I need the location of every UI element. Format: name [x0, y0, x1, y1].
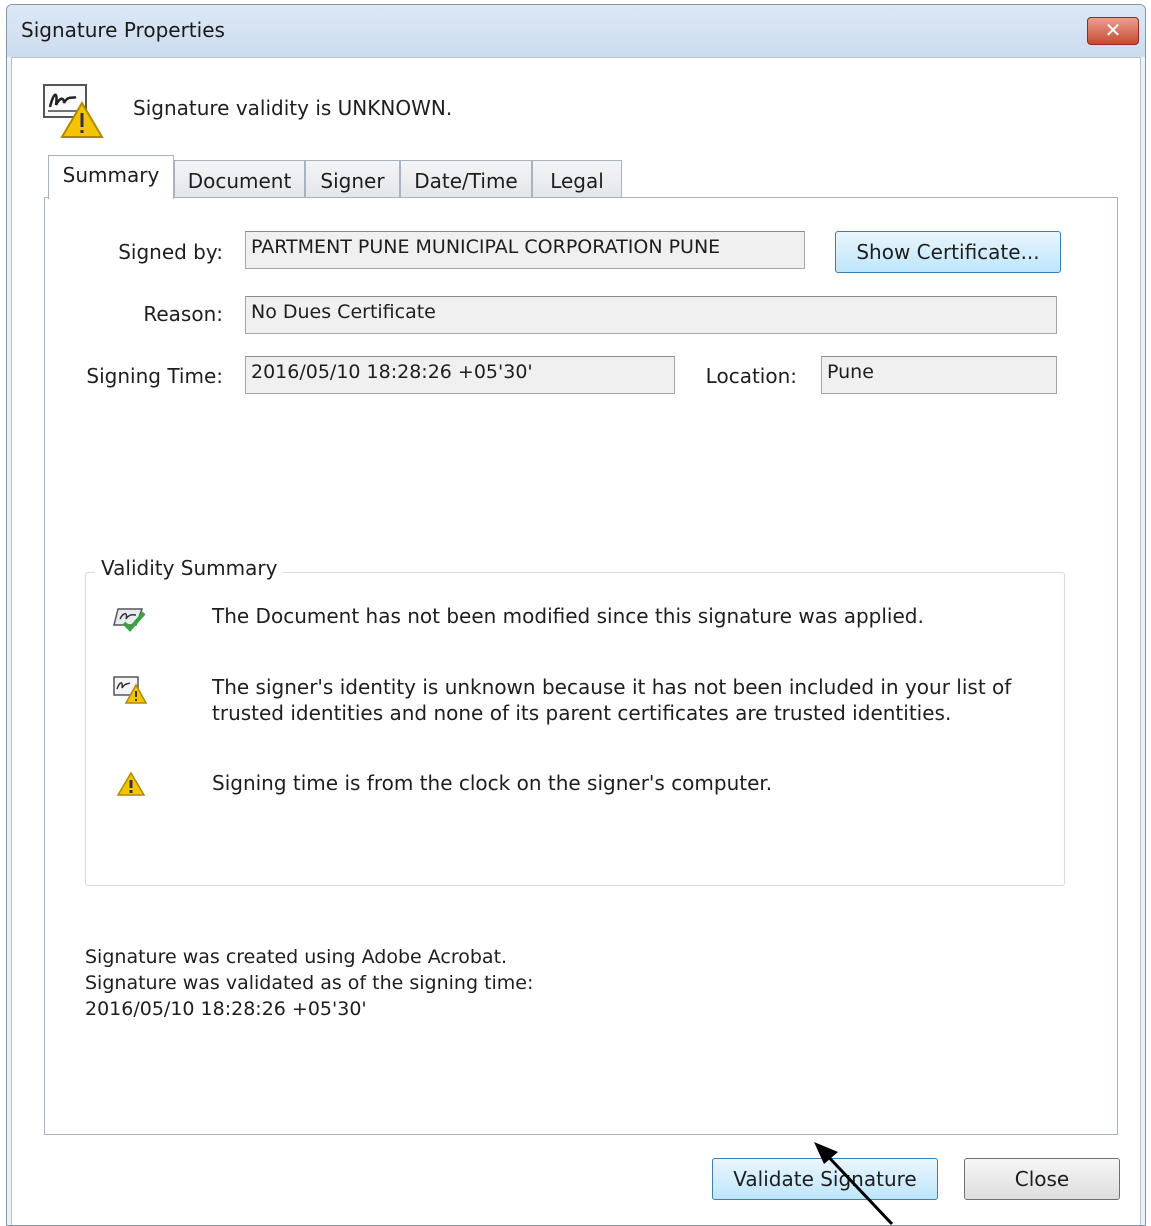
footer-validated-as-of: Signature was validated as of the signin… [85, 972, 534, 994]
signature-unknown-icon [43, 84, 104, 138]
signature-properties-dialog: Signature Properties ✕ Signature validit… [6, 4, 1146, 1226]
summary-panel: Signed by: PARTMENT PUNE MUNICIPAL CORPO… [44, 197, 1118, 1135]
signing-time-label: Signing Time: [86, 364, 223, 388]
reason-label: Reason: [143, 302, 223, 326]
validity-item-unmodified: The Document has not been modified since… [212, 604, 924, 628]
tab-legal[interactable]: Legal [532, 160, 622, 198]
reason-field[interactable]: No Dues Certificate [245, 296, 1057, 334]
close-button[interactable]: Close [964, 1158, 1120, 1200]
location-label: Location: [705, 364, 797, 388]
show-certificate-button[interactable]: Show Certificate... [835, 231, 1061, 273]
location-field[interactable]: Pune [821, 356, 1057, 394]
validity-item-identity: The signer's identity is unknown because… [212, 675, 1012, 725]
validity-item-signing-time: Signing time is from the clock on the si… [212, 771, 773, 795]
unknown-identity-icon [113, 676, 148, 704]
warning-icon [116, 771, 146, 796]
title-close-button[interactable]: ✕ [1087, 17, 1139, 45]
pointer-arrow-annotation [814, 1142, 894, 1226]
signature-status-text: Signature validity is UNKNOWN. [133, 96, 453, 120]
tab-signer[interactable]: Signer [305, 160, 400, 198]
document-unmodified-icon [113, 608, 146, 632]
signature-info-footer: Signature was created using Adobe Acroba… [85, 944, 533, 1022]
tab-date-time[interactable]: Date/Time [400, 160, 532, 198]
tab-document[interactable]: Document [174, 160, 305, 198]
tab-summary[interactable]: Summary [48, 155, 174, 199]
validity-summary-group: The Document has not been modified since… [85, 572, 1065, 886]
signed-by-label: Signed by: [118, 240, 223, 264]
footer-created-with: Signature was created using Adobe Acroba… [85, 946, 508, 968]
window-title: Signature Properties [21, 18, 225, 42]
title-bar[interactable]: Signature Properties ✕ [7, 5, 1145, 57]
validity-summary-title: Validity Summary [95, 556, 284, 580]
footer-validation-time: 2016/05/10 18:28:26 +05'30' [85, 998, 367, 1020]
dialog-content: Signature validity is UNKNOWN. Summary D… [11, 57, 1141, 1225]
signing-time-field[interactable]: 2016/05/10 18:28:26 +05'30' [245, 356, 675, 394]
signed-by-field[interactable]: PARTMENT PUNE MUNICIPAL CORPORATION PUNE [245, 231, 805, 269]
